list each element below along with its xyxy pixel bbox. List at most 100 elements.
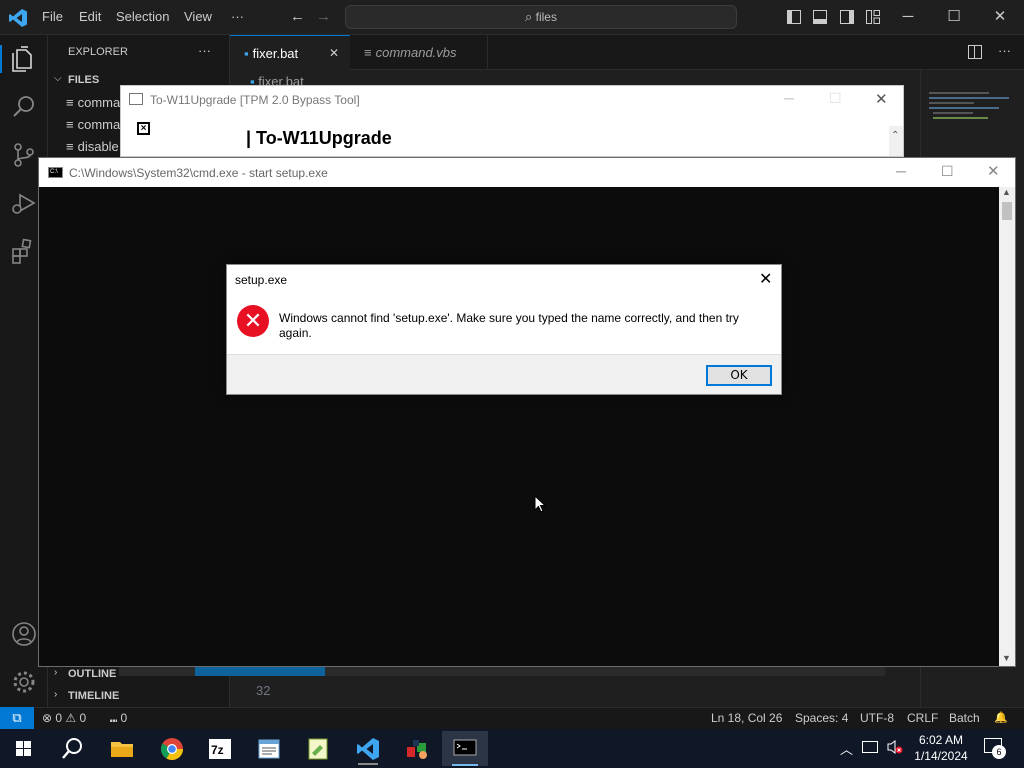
tool-maximize-button[interactable]: ☐ [829,90,842,107]
eol-status[interactable]: CRLF [907,711,938,725]
notifications-bell-icon[interactable]: 🔔 [994,711,1008,724]
extensions-icon[interactable] [8,235,40,267]
cmd-close-button[interactable]: ✕ [987,162,1000,180]
clock[interactable]: 6:02 AM 1/14/2024 [910,732,972,764]
7zip-icon[interactable]: 7z [200,733,240,765]
toggle-secondary-sidebar-icon[interactable] [840,10,854,24]
notepad-icon[interactable] [249,733,289,765]
tool-close-button[interactable]: ✕ [875,90,888,108]
toggle-sidebar-icon[interactable] [787,10,801,24]
file-item[interactable]: ≡ disable [66,139,119,154]
cmd-minimize-button[interactable]: ─ [896,163,906,179]
command-center-search[interactable]: ⌕ files [345,5,737,29]
window-app-icon [129,93,143,105]
tab-close-icon[interactable]: ✕ [329,36,339,71]
clock-time: 6:02 AM [918,733,964,747]
chevron-right-icon[interactable]: › [54,689,57,700]
scroll-up-icon[interactable]: ▲ [1002,187,1011,197]
source-control-icon[interactable] [8,139,40,171]
clock-date: 1/14/2024 [914,749,968,763]
files-section-header[interactable]: FILES [68,74,99,86]
mouse-cursor-icon [534,494,547,513]
tab-fixer-bat[interactable]: ▪ fixer.bat ✕ [230,35,350,70]
dialog-title: setup.exe [235,273,288,287]
chevron-down-icon[interactable]: ⌵ [54,73,62,84]
tool-minimize-button[interactable]: ─ [784,90,794,106]
editor-tab-bar: ▪ fixer.bat ✕ ≡ command.vbs ··· [230,35,1024,70]
menu-more[interactable]: ··· [231,9,244,24]
outline-section-header[interactable]: OUTLINE [68,668,116,680]
menu-view[interactable]: View [184,9,212,24]
cmd-title: C:\Windows\System32\cmd.exe - start setu… [69,166,328,180]
manage-gear-icon[interactable] [8,666,40,698]
vscode-titlebar: File Edit Selection View ··· ← → ⌕ files… [0,0,1024,35]
search-icon: ⌕ [525,9,533,24]
network-icon[interactable] [862,741,878,753]
notepad-plus-icon[interactable] [298,733,338,765]
ok-button[interactable]: OK [706,365,772,386]
accounts-icon[interactable] [8,618,40,650]
menu-selection[interactable]: Selection [116,9,169,24]
chrome-icon[interactable] [152,733,192,765]
cmd-scrollbar[interactable]: ▲ ▼ [999,187,1015,666]
scroll-down-icon[interactable]: ▼ [1002,653,1011,663]
tool-scrollbar[interactable]: ⌃ [889,126,903,156]
run-debug-icon[interactable] [8,187,40,219]
cursor-position[interactable]: Ln 18, Col 26 [711,711,782,725]
toggle-panel-icon[interactable] [813,10,827,24]
vscode-close-button[interactable]: ✕ [988,6,1012,28]
file-lines-icon: ≡ [66,95,74,110]
split-editor-icon[interactable] [968,45,982,59]
menu-edit[interactable]: Edit [79,9,101,24]
tool-window[interactable]: To-W11Upgrade [TPM 2.0 Bypass Tool] ─ ☐ … [120,85,904,157]
file-explorer-icon[interactable] [102,733,142,765]
games-icon[interactable] [397,733,437,765]
error-dialog[interactable]: setup.exe ✕ ✕ Windows cannot find 'setup… [226,264,782,395]
scrollbar-thumb[interactable] [1002,202,1012,220]
tool-window-title: To-W11Upgrade [TPM 2.0 Bypass Tool] [150,93,360,107]
vscode-minimize-button[interactable]: ─ [896,6,920,28]
search-view-icon[interactable] [8,91,40,123]
file-item[interactable]: ≡ comma [66,117,120,132]
cmd-maximize-button[interactable]: ☐ [941,163,954,180]
close-box-icon[interactable]: × [137,122,150,135]
vscode-taskbar-icon[interactable] [348,733,388,765]
vscode-maximize-button[interactable]: ☐ [942,6,966,28]
dialog-close-button[interactable]: ✕ [759,269,772,289]
panel-scrollbar[interactable] [119,667,885,676]
tab-command-vbs[interactable]: ≡ command.vbs [350,35,488,70]
explorer-icon[interactable] [8,43,40,75]
file-lines-icon: ≡ [66,117,74,132]
file-lines-icon: ≡ [66,139,74,154]
start-button[interactable] [4,733,44,765]
problems-status[interactable]: ⊗ 0 ⚠ 0 [42,711,86,725]
language-mode[interactable]: Batch [949,711,980,725]
file-item[interactable]: ≡ comma [66,95,120,110]
svg-text:7z: 7z [211,743,224,757]
dialog-footer: OK [227,354,781,394]
running-indicator [452,764,478,766]
customize-layout-icon[interactable] [866,10,880,24]
windows-taskbar: 7z ︿ 6:02 AM 1/14/2024 6 [0,729,1024,768]
explorer-more-button[interactable]: ··· [198,43,211,58]
editor-more-button[interactable]: ··· [998,43,1011,58]
chevron-up-icon[interactable]: ︿ [840,739,853,758]
indentation-status[interactable]: Spaces: 4 [795,711,848,725]
menu-file[interactable]: File [42,9,63,24]
volume-muted-icon[interactable] [886,739,904,755]
explorer-title: EXPLORER [68,46,128,58]
forward-arrow-icon[interactable]: → [316,8,331,25]
cmd-window[interactable]: C:\ C:\Windows\System32\cmd.exe - start … [38,157,1016,667]
search-icon[interactable] [52,733,92,765]
cmd-titlebar[interactable]: C:\ C:\Windows\System32\cmd.exe - start … [39,158,1015,187]
cmd-taskbar-icon[interactable] [442,731,488,766]
chevron-right-icon[interactable]: › [54,667,57,678]
search-text: files [535,10,557,24]
windows-file-icon: ▪ [244,46,249,61]
back-arrow-icon[interactable]: ← [290,8,305,25]
encoding-status[interactable]: UTF-8 [860,711,894,725]
error-icon: ✕ [237,305,269,337]
remote-indicator[interactable]: ⧉ [0,707,34,729]
ports-status[interactable]: ⑉ 0 [110,711,127,725]
timeline-section-header[interactable]: TIMELINE [68,690,119,702]
